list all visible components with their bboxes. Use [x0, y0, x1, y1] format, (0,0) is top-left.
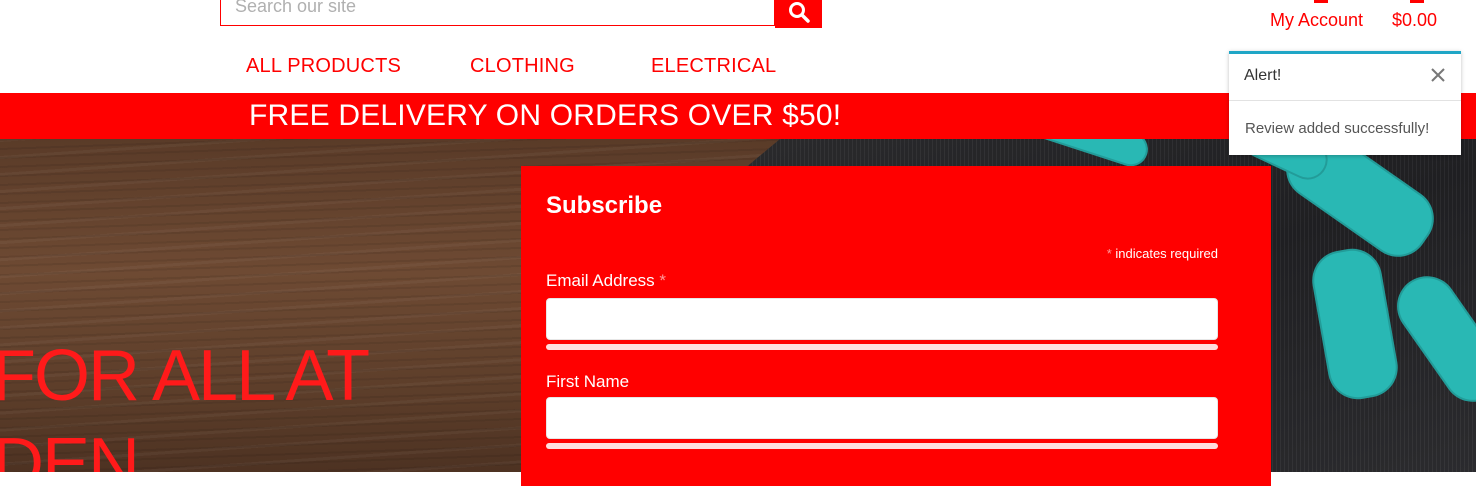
required-note: * indicates required	[1107, 246, 1218, 261]
email-required-asterisk: *	[659, 271, 667, 290]
nav-item-clothing[interactable]: CLOTHING	[470, 55, 575, 78]
alert-header: Alert!	[1229, 54, 1461, 101]
account-icon	[1314, 0, 1328, 3]
account-area: My Account $0.00	[1270, 0, 1460, 40]
close-icon[interactable]	[1429, 66, 1447, 84]
alert-title: Alert!	[1244, 67, 1282, 84]
hero-title-line: FOR ALL AT	[0, 336, 370, 416]
email-field-underline	[546, 344, 1218, 350]
search-button[interactable]	[775, 0, 822, 28]
ribbon-shape	[1307, 244, 1403, 404]
search-box	[220, 0, 775, 26]
promo-text: FREE DELIVERY ON ORDERS OVER $50!	[249, 99, 842, 132]
search-icon	[788, 2, 810, 23]
my-account-link[interactable]: My Account	[1270, 10, 1363, 31]
nav-item-all-products[interactable]: ALL PRODUCTS	[246, 55, 401, 78]
alert-message: Review added successfully!	[1245, 120, 1430, 137]
required-asterisk: *	[1106, 246, 1112, 261]
email-label: Email Address *	[546, 271, 667, 290]
first-name-field-underline	[546, 443, 1218, 449]
hero-title-line: DEN	[0, 424, 140, 472]
nav-item-electrical[interactable]: ELECTRICAL	[651, 55, 776, 78]
search-input[interactable]	[221, 0, 774, 25]
cart-icon	[1410, 0, 1424, 3]
alert-popup: Alert! Review added successfully!	[1229, 51, 1461, 155]
required-note-text: indicates required	[1115, 246, 1218, 261]
email-field[interactable]	[546, 298, 1218, 340]
subscribe-form: Subscribe * indicates required Email Add…	[521, 166, 1271, 486]
ribbon-shape	[1385, 264, 1476, 414]
hero-title: FOR ALL AT DEN	[0, 332, 370, 472]
first-name-label: First Name	[546, 372, 630, 391]
subscribe-title: Subscribe	[546, 192, 663, 219]
cart-total-link[interactable]: $0.00	[1392, 10, 1437, 31]
first-name-field[interactable]	[546, 397, 1218, 439]
